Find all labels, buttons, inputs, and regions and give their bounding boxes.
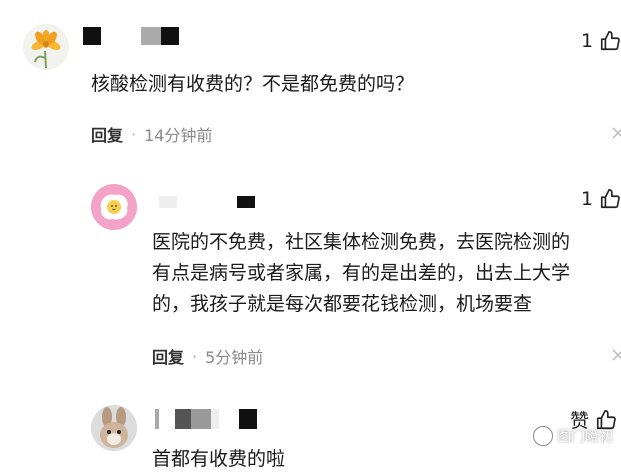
username-redacted[interactable] [159,196,255,208]
reply-button[interactable]: 回复 [152,344,184,368]
like-count: 1 [581,188,594,210]
username-redacted[interactable] [155,409,257,429]
like-button[interactable]: 1 [581,188,621,210]
avatar-flower[interactable] [23,24,69,70]
watermark-logo-icon [533,426,553,446]
separator-dot: · [192,346,198,366]
watermark-text: 图门瞪初 [557,429,613,445]
comment-line: 有点是病号或者家属，有的是出差的，出去上大学 [152,262,571,284]
timestamp: 5分钟前 [205,348,264,367]
separator-dot: · [131,124,137,144]
fried-egg-icon [91,184,137,230]
comment-text-partial: 首都有收费的啦 [152,448,286,470]
flower-icon [23,24,69,70]
comment-line: 的，我孩子就是每次都要花钱检测，机场要查 [152,293,533,315]
rabbit-icon [91,405,137,451]
thumbs-up-icon [601,189,620,209]
thumbs-up-icon [601,31,620,51]
username-redacted[interactable] [83,27,179,45]
comment-text: 核酸检测有收费的？不是都免费的吗？ [91,73,415,95]
comment-text: 医院的不免费，社区集体检测免费，去医院检测的 有点是病号或者家属，有的是出差的，… [152,227,570,320]
comment-line: 医院的不免费，社区集体检测免费，去医院检测的 [152,231,571,253]
like-count: 1 [581,30,594,52]
like-button[interactable]: 1 [581,30,621,52]
avatar-rabbit[interactable] [91,405,137,451]
reply-button[interactable]: 回复 [91,122,123,146]
close-icon[interactable] [611,126,621,140]
avatar-egg[interactable] [91,184,137,230]
watermark: 图门瞪初 [533,426,613,446]
timestamp: 14分钟前 [144,126,213,145]
close-icon[interactable] [611,348,621,362]
